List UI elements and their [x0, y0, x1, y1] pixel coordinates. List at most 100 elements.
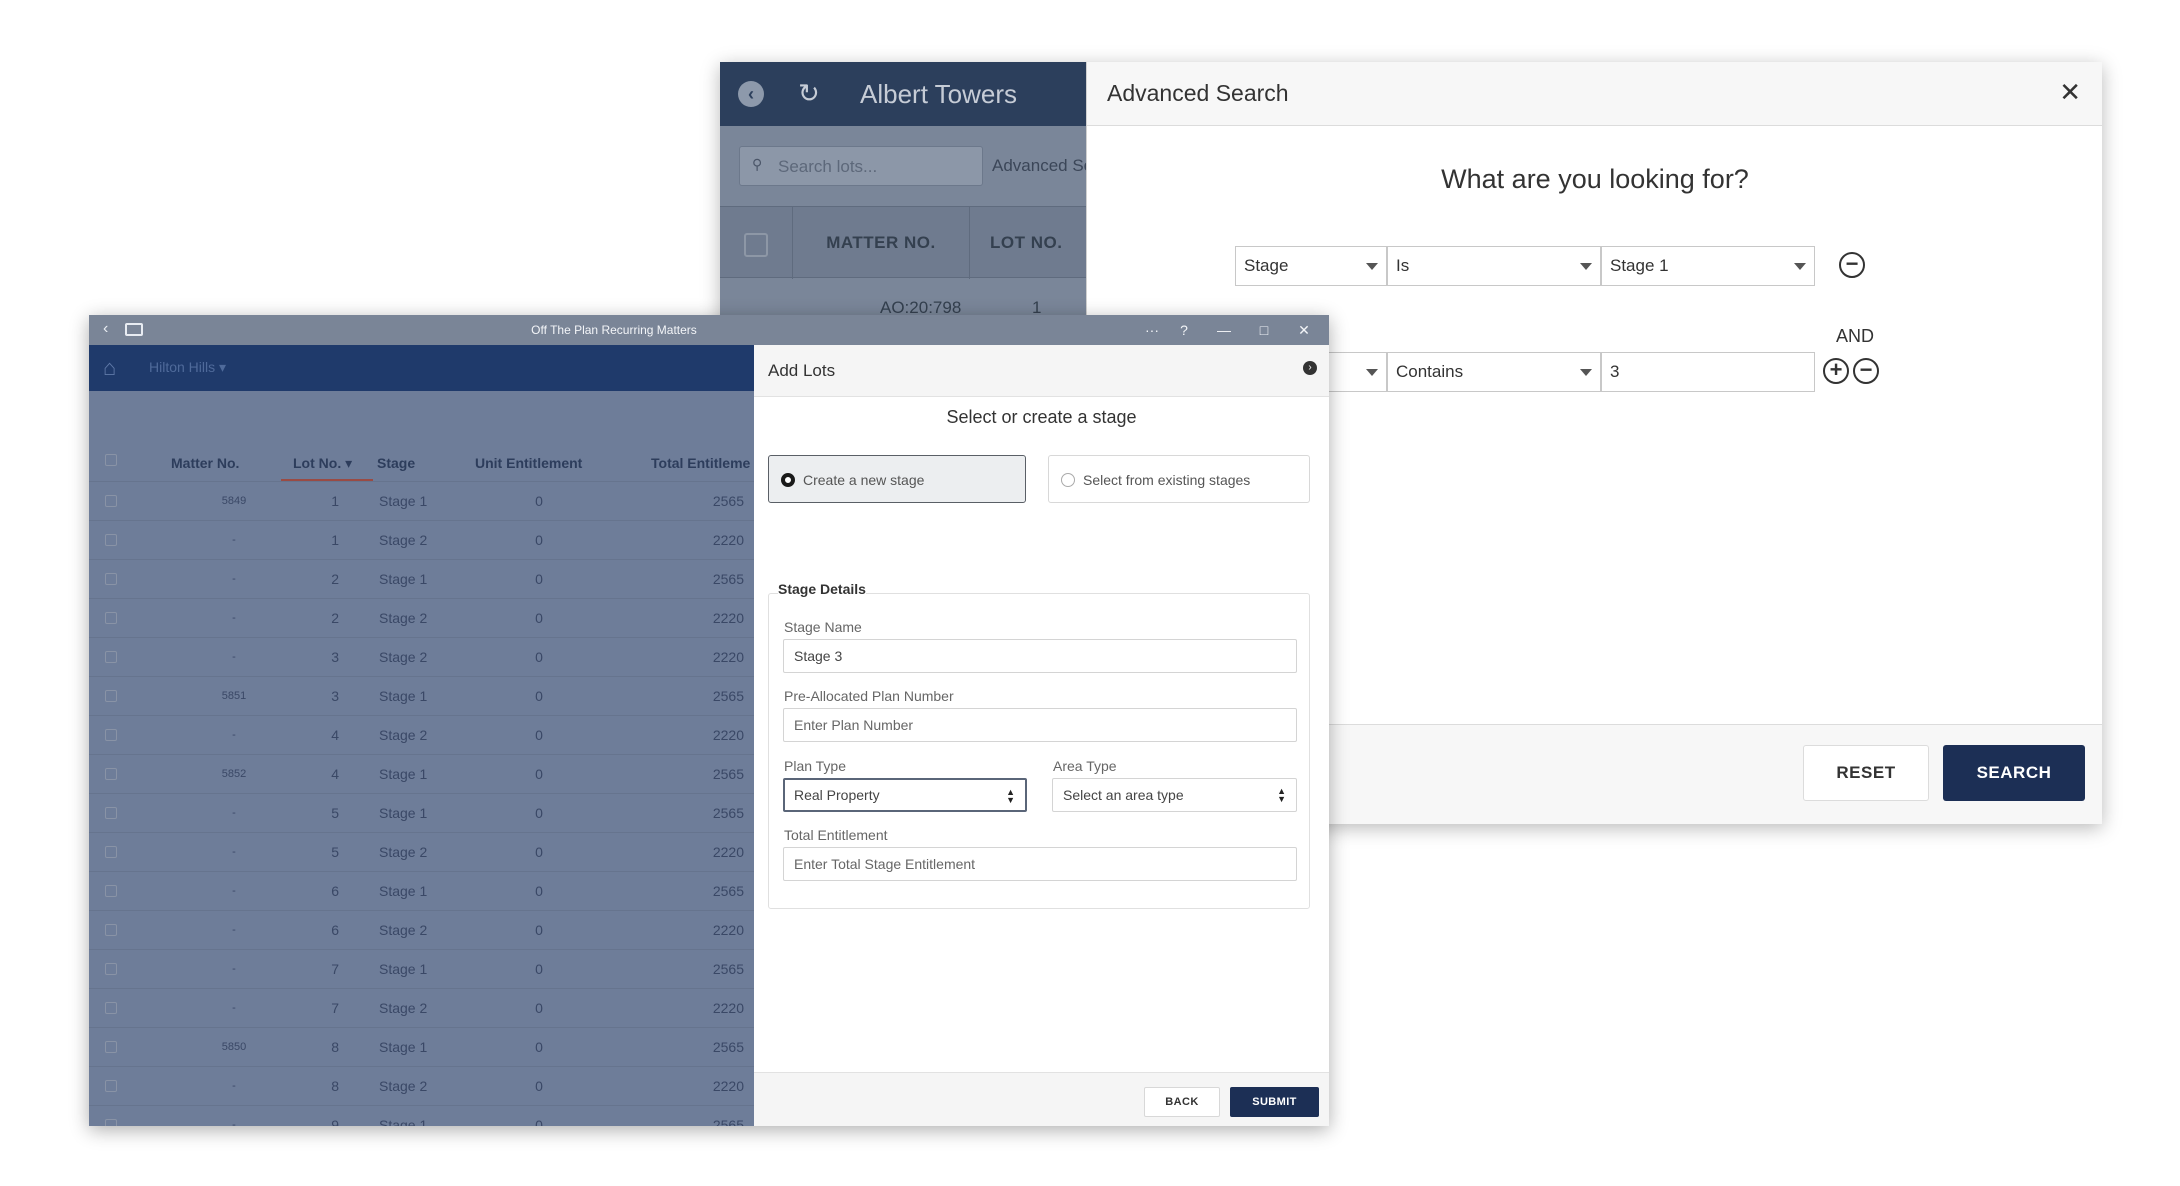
chevron-down-icon [1366, 263, 1378, 270]
remove-criteria-icon[interactable]: − [1853, 358, 1879, 384]
lots-search-input[interactable]: ⚲ Search lots... [739, 146, 983, 186]
criteria-value-select[interactable]: Stage 1 [1601, 246, 1815, 286]
remove-criteria-icon[interactable]: − [1839, 252, 1865, 278]
row-checkbox[interactable] [105, 885, 117, 897]
table-row[interactable]: - 7 Stage 1 0 2565 [89, 949, 754, 988]
table-row[interactable]: 5851 3 Stage 1 0 2565 [89, 676, 754, 715]
row-checkbox[interactable] [105, 1080, 117, 1092]
column-lot-no[interactable]: Lot No. ▾ [293, 455, 352, 472]
criteria-operator-select[interactable]: Is [1387, 246, 1601, 286]
table-row[interactable]: - 1 Stage 2 0 2220 [89, 520, 754, 559]
table-row[interactable]: - 6 Stage 2 0 2220 [89, 910, 754, 949]
existing-stage-label: Select from existing stages [1083, 472, 1251, 488]
total-entitlement-cell: 2565 [712, 493, 744, 509]
minimize-icon[interactable]: — [1207, 315, 1241, 345]
row-checkbox[interactable] [105, 495, 117, 507]
unit-entitlement-cell: 0 [535, 766, 543, 782]
table-row[interactable]: 5849 1 Stage 1 0 2565 [89, 481, 754, 520]
back-button[interactable]: BACK [1144, 1087, 1220, 1117]
stage-name-input[interactable]: Stage 3 [783, 639, 1297, 673]
plan-number-input[interactable]: Enter Plan Number [783, 708, 1297, 742]
unit-entitlement-cell: 0 [535, 805, 543, 821]
table-row[interactable]: - 6 Stage 1 0 2565 [89, 871, 754, 910]
row-checkbox[interactable] [105, 573, 117, 585]
table-row[interactable]: - 4 Stage 2 0 2220 [89, 715, 754, 754]
row-checkbox[interactable] [105, 612, 117, 624]
advanced-search-title: Advanced Search [1107, 80, 1289, 106]
project-breadcrumb[interactable]: Hilton Hills ▾ [149, 359, 226, 376]
row-checkbox[interactable] [105, 768, 117, 780]
matter-cell: - [232, 924, 236, 936]
area-type-value: Select an area type [1063, 787, 1184, 803]
total-entitlement-cell: 2565 [712, 571, 744, 587]
refresh-icon[interactable]: ↻ [798, 76, 820, 110]
off-the-plan-window: ‹ Off The Plan Recurring Matters ··· ? —… [89, 315, 1329, 1126]
create-stage-option[interactable]: Create a new stage [768, 455, 1026, 503]
row-checkbox[interactable] [105, 807, 117, 819]
table-row[interactable]: - 5 Stage 1 0 2565 [89, 793, 754, 832]
stage-cell: Stage 2 [379, 727, 428, 743]
lots-table-header: MATTER NO. LOT NO. [720, 206, 1086, 279]
table-row[interactable]: - 5 Stage 2 0 2220 [89, 832, 754, 871]
table-row[interactable]: - 2 Stage 1 0 2565 [89, 559, 754, 598]
column-stage[interactable]: Stage [377, 455, 415, 471]
more-icon[interactable]: ··· [1135, 315, 1169, 345]
column-lot-no[interactable]: LOT NO. [990, 207, 1062, 279]
column-matter-no[interactable]: MATTER NO. [792, 207, 970, 279]
arrow-right-icon[interactable]: › [1303, 361, 1317, 375]
unit-entitlement-cell: 0 [535, 493, 543, 509]
home-icon[interactable]: ⌂ [103, 355, 116, 381]
row-checkbox[interactable] [105, 924, 117, 936]
search-button[interactable]: SEARCH [1943, 745, 2085, 801]
select-all-checkbox[interactable] [105, 454, 117, 466]
criteria-field-select[interactable]: Stage [1235, 246, 1387, 286]
stage-cell: Stage 1 [379, 688, 428, 704]
advanced-search-link[interactable]: Advanced Se [992, 156, 1086, 176]
row-checkbox[interactable] [105, 1002, 117, 1014]
help-icon[interactable]: ? [1167, 315, 1201, 345]
select-all-checkbox[interactable] [744, 233, 768, 257]
row-checkbox[interactable] [105, 963, 117, 975]
table-row[interactable]: - 9 Stage 1 0 2565 [89, 1105, 754, 1126]
row-checkbox[interactable] [105, 729, 117, 741]
criteria-operator-select[interactable]: Contains [1387, 352, 1601, 392]
table-row[interactable]: 5850 8 Stage 1 0 2565 [89, 1027, 754, 1066]
row-checkbox[interactable] [105, 690, 117, 702]
close-icon[interactable]: ✕ [2059, 78, 2081, 106]
area-type-select[interactable]: Select an area type ▲ ▼ [1052, 778, 1297, 812]
lots-header: ‹ ↻ Albert Towers [720, 62, 1086, 126]
maximize-icon[interactable]: □ [1247, 315, 1281, 345]
table-row[interactable]: - 3 Stage 2 0 2220 [89, 637, 754, 676]
add-criteria-icon[interactable]: + [1823, 358, 1849, 384]
total-entitlement-cell: 2565 [712, 1117, 744, 1126]
row-checkbox[interactable] [105, 651, 117, 663]
column-unit-entitlement[interactable]: Unit Entitlement [475, 455, 582, 471]
unit-entitlement-cell: 0 [535, 844, 543, 860]
reset-button[interactable]: RESET [1803, 745, 1929, 801]
project-title: Albert Towers [860, 79, 1018, 109]
table-row[interactable]: - 7 Stage 2 0 2220 [89, 988, 754, 1027]
unit-entitlement-cell: 0 [535, 688, 543, 704]
table-row[interactable]: - 8 Stage 2 0 2220 [89, 1066, 754, 1105]
row-checkbox[interactable] [105, 846, 117, 858]
column-matter-no[interactable]: Matter No. [171, 455, 239, 471]
column-total-entitlement[interactable]: Total Entitleme [651, 455, 750, 471]
matter-cell: - [232, 1002, 236, 1014]
criteria-value-input[interactable]: 3 [1601, 352, 1815, 392]
table-row[interactable]: 5852 4 Stage 1 0 2565 [89, 754, 754, 793]
row-checkbox[interactable] [105, 534, 117, 546]
table-row[interactable]: - 2 Stage 2 0 2220 [89, 598, 754, 637]
matter-cell: - [232, 1080, 236, 1092]
close-icon[interactable]: ✕ [1287, 315, 1321, 345]
total-entitlement-input[interactable]: Enter Total Stage Entitlement [783, 847, 1297, 881]
back-arrow-icon[interactable]: ‹ [738, 81, 764, 107]
row-checkbox[interactable] [105, 1041, 117, 1053]
criteria-operator-value: Is [1396, 256, 1410, 275]
matter-cell: - [232, 846, 236, 858]
add-lots-header: Add Lots › [754, 345, 1329, 397]
row-checkbox[interactable] [105, 1119, 117, 1126]
existing-stage-option[interactable]: Select from existing stages [1048, 455, 1310, 503]
window-titlebar: ‹ Off The Plan Recurring Matters ··· ? —… [89, 315, 1329, 345]
submit-button[interactable]: SUBMIT [1230, 1087, 1319, 1117]
plan-type-select[interactable]: Real Property ▲ ▼ [783, 778, 1027, 812]
